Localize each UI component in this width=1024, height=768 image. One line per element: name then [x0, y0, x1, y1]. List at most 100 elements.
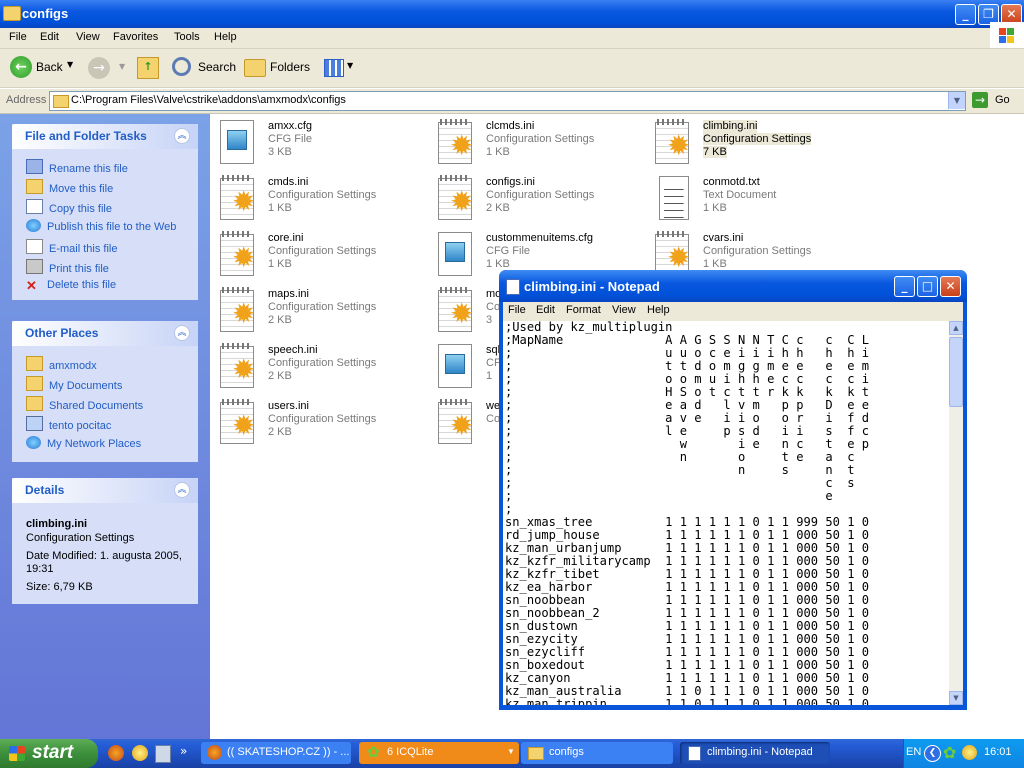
- file-type: Configuration Settings: [268, 245, 377, 257]
- details-filetype: Configuration Settings: [26, 532, 135, 544]
- views-button[interactable]: ▼: [322, 57, 356, 79]
- file-name: cvars.ini: [703, 232, 744, 244]
- media-player-icon[interactable]: [132, 745, 148, 761]
- config-file-icon: ✹: [436, 118, 478, 166]
- quicklaunch-app-icon[interactable]: [155, 745, 171, 763]
- window-title-bar[interactable]: configs _ ❐ ✕: [0, 0, 1024, 28]
- firefox-icon[interactable]: [108, 745, 124, 761]
- place-my-documents[interactable]: My Documents: [26, 376, 122, 392]
- menu-help[interactable]: Help: [214, 31, 237, 43]
- icq-tray-icon[interactable]: ✿: [943, 743, 956, 762]
- taskbar-item-skateshop[interactable]: (( SKATESHOP.CZ )) - ...: [201, 742, 351, 764]
- cfg-file-icon: [218, 118, 260, 166]
- file-item[interactable]: ✹ climbing.ini Configuration Settings 7 KB: [653, 118, 863, 168]
- folders-button[interactable]: Folders: [242, 55, 312, 81]
- details-header[interactable]: Details ︽: [12, 478, 198, 503]
- notepad-vertical-scrollbar[interactable]: ▲ ▼: [949, 321, 963, 705]
- place-amxmodx[interactable]: amxmodx: [26, 356, 97, 372]
- file-tasks-header[interactable]: File and Folder Tasks ︽: [12, 124, 198, 149]
- start-button[interactable]: start: [0, 739, 98, 768]
- chevron-down-icon[interactable]: ▼: [67, 60, 73, 69]
- file-item[interactable]: ✹ clcmds.ini Configuration Settings 1 KB: [436, 118, 646, 168]
- folder-icon: [26, 356, 43, 371]
- task-delete[interactable]: ✕ Delete this file: [26, 279, 116, 292]
- minimize-button[interactable]: _: [955, 4, 976, 25]
- menu-tools[interactable]: Tools: [174, 31, 200, 43]
- taskbar-item-icq[interactable]: ✿ 6 ICQLite ▼: [359, 742, 519, 764]
- my-documents-icon: [26, 376, 43, 391]
- task-move[interactable]: Move this file: [26, 179, 113, 195]
- scroll-down-button[interactable]: ▼: [949, 691, 963, 705]
- forward-arrow-icon[interactable]: →: [88, 57, 110, 79]
- task-email[interactable]: E-mail this file: [26, 239, 117, 255]
- config-file-icon: ✹: [653, 118, 695, 166]
- place-shared-documents[interactable]: Shared Documents: [26, 396, 143, 412]
- folder-icon: [3, 6, 21, 21]
- notepad-menu-help[interactable]: Help: [647, 304, 670, 316]
- file-size: 7 KB: [703, 146, 727, 158]
- notepad-close-button[interactable]: ✕: [940, 276, 961, 297]
- back-button[interactable]: ← Back ▼: [8, 55, 78, 81]
- file-item[interactable]: conmotd.txt Text Document 1 KB: [653, 174, 863, 224]
- window-title: configs: [22, 6, 69, 21]
- language-indicator[interactable]: EN: [906, 746, 921, 758]
- file-tasks-title: File and Folder Tasks: [25, 129, 147, 143]
- notepad-menu-view[interactable]: View: [612, 304, 636, 316]
- file-item[interactable]: ✹ speech.ini Configuration Settings 2 KB: [218, 342, 428, 392]
- address-dropdown-button[interactable]: ▼: [948, 92, 965, 109]
- menu-edit[interactable]: Edit: [40, 31, 59, 43]
- task-publish[interactable]: Publish this file to the Web: [26, 219, 176, 233]
- notepad-menu-edit[interactable]: Edit: [536, 304, 555, 316]
- place-network[interactable]: My Network Places: [26, 436, 141, 450]
- file-type: Configuration Settings: [703, 245, 812, 257]
- place-my-computer[interactable]: tento pocitac: [26, 416, 111, 432]
- up-folder-icon[interactable]: ↑: [137, 57, 159, 79]
- folder-icon: [53, 95, 69, 108]
- scroll-up-button[interactable]: ▲: [949, 321, 963, 335]
- file-type: CFG File: [268, 133, 312, 145]
- notepad-minimize-button[interactable]: _: [894, 276, 915, 297]
- task-copy[interactable]: Copy this file: [26, 199, 112, 215]
- notepad-menu-format[interactable]: Format: [566, 304, 601, 316]
- menu-file[interactable]: File: [9, 31, 27, 43]
- file-size: 3 KB: [268, 146, 292, 158]
- collapse-chevron-icon[interactable]: ︽: [174, 128, 190, 144]
- folders-icon: [244, 59, 266, 77]
- collapse-chevron-icon[interactable]: ︽: [174, 482, 190, 498]
- notepad-text-area[interactable]: ;Used by kz_multiplugin ;MapName A A G S…: [503, 321, 949, 705]
- computer-icon: [26, 416, 43, 431]
- collapse-chevron-icon[interactable]: ︽: [174, 325, 190, 341]
- file-type: Configuration Settings: [486, 189, 595, 201]
- notepad-menu-file[interactable]: File: [508, 304, 526, 316]
- file-item[interactable]: ✹ core.ini Configuration Settings 1 KB: [218, 230, 428, 280]
- system-tray: EN ❮ ✿ 16:01: [903, 739, 1024, 768]
- scroll-thumb[interactable]: [949, 337, 963, 407]
- notepad-maximize-button[interactable]: □: [917, 276, 938, 297]
- file-item[interactable]: ✹ cmds.ini Configuration Settings 1 KB: [218, 174, 428, 224]
- file-item[interactable]: amxx.cfg CFG File 3 KB: [218, 118, 428, 168]
- address-input[interactable]: C:\Program Files\Valve\cstrike\addons\am…: [49, 91, 966, 111]
- tray-app-icon[interactable]: [962, 745, 977, 760]
- other-places-header[interactable]: Other Places ︽: [12, 321, 198, 346]
- quicklaunch-overflow-icon[interactable]: »: [180, 744, 187, 758]
- taskbar-item-notepad[interactable]: climbing.ini - Notepad: [680, 742, 830, 764]
- file-item[interactable]: ✹ users.ini Configuration Settings 2 KB: [218, 398, 428, 448]
- chevron-down-icon[interactable]: ▼: [119, 62, 125, 71]
- details-size: Size: 6,79 KB: [26, 581, 93, 593]
- go-button[interactable]: → Go: [970, 91, 1020, 111]
- taskbar-item-configs[interactable]: configs: [521, 742, 673, 764]
- file-item[interactable]: ✹ maps.ini Configuration Settings 2 KB: [218, 286, 428, 336]
- file-type: Co: [486, 413, 501, 425]
- menu-view[interactable]: View: [76, 31, 100, 43]
- task-rename[interactable]: Rename this file: [26, 159, 128, 175]
- move-icon: [26, 179, 43, 194]
- tray-expand-icon[interactable]: ❮: [924, 745, 941, 762]
- notepad-icon: [506, 279, 520, 295]
- notepad-title-bar[interactable]: climbing.ini - Notepad _ □ ✕: [499, 270, 967, 302]
- details-panel: Details ︽ climbing.ini Configuration Set…: [12, 478, 198, 604]
- search-button[interactable]: Search: [170, 55, 236, 81]
- menu-favorites[interactable]: Favorites: [113, 31, 158, 43]
- config-file-icon: ✹: [436, 174, 478, 222]
- task-print[interactable]: Print this file: [26, 259, 109, 275]
- file-item[interactable]: ✹ configs.ini Configuration Settings 2 KB: [436, 174, 646, 224]
